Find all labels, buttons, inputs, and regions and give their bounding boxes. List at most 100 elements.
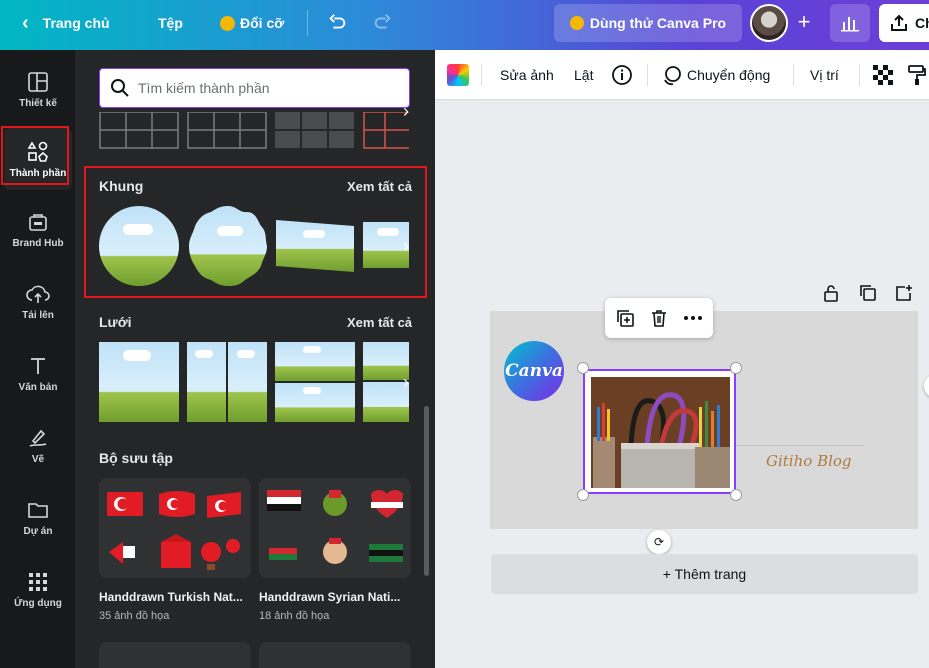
undo-icon bbox=[329, 14, 346, 29]
plus-icon: + bbox=[797, 9, 811, 34]
chevron-right-icon[interactable]: › bbox=[395, 96, 417, 126]
table-thumbnail[interactable] bbox=[275, 112, 355, 150]
chevron-right-icon[interactable]: › bbox=[395, 362, 417, 402]
file-menu[interactable]: Tệp bbox=[158, 0, 183, 46]
collections-title: Bộ sưu tập bbox=[99, 450, 173, 466]
highlight-box-frames bbox=[84, 166, 427, 298]
resize-button[interactable]: Đổi cỡ bbox=[220, 0, 284, 46]
context-toolbar: Sửa ảnh Lật Chuyển động Vị trí bbox=[435, 50, 929, 100]
animate-icon bbox=[664, 66, 681, 86]
collection-card-partial[interactable] bbox=[99, 642, 251, 668]
folder-icon bbox=[26, 498, 50, 522]
try-pro-button[interactable]: Dùng thử Canva Pro bbox=[554, 4, 742, 42]
crown-icon bbox=[569, 16, 584, 30]
back-button[interactable]: ‹ Trang chủ bbox=[22, 0, 110, 46]
logo-text: Canva bbox=[505, 361, 563, 381]
rail-item-projects[interactable]: Dự án bbox=[4, 486, 72, 548]
flip-button[interactable]: Lật bbox=[574, 50, 593, 100]
layout-icon bbox=[26, 70, 50, 94]
collection-name: Handdrawn Turkish Nat... bbox=[99, 590, 243, 604]
share-upload-icon bbox=[891, 14, 907, 31]
toolbar-divider bbox=[859, 64, 860, 86]
rail-item-uploads[interactable]: Tải lên bbox=[4, 270, 72, 332]
more-dots-icon bbox=[684, 316, 702, 320]
canva-logo[interactable]: Canva bbox=[504, 341, 564, 401]
rail-item-label: Vẽ bbox=[31, 453, 45, 465]
toolbar-divider bbox=[481, 64, 482, 86]
trash-icon bbox=[652, 310, 666, 327]
apps-grid-icon bbox=[26, 570, 50, 594]
duplicate-page-button[interactable] bbox=[858, 283, 878, 303]
grids-see-all-link[interactable]: Xem tất cả bbox=[347, 315, 412, 330]
add-page-button[interactable]: + Thêm trang bbox=[491, 554, 918, 594]
search-placeholder: Tìm kiếm thành phần bbox=[138, 80, 270, 96]
highlight-box-elements bbox=[1, 126, 69, 185]
selected-photo-frame[interactable] bbox=[583, 369, 736, 494]
info-button[interactable] bbox=[611, 50, 633, 100]
edit-photo-button[interactable]: Sửa ảnh bbox=[500, 50, 554, 100]
position-button[interactable]: Vị trí bbox=[810, 50, 839, 100]
share-button[interactable]: Ch bbox=[879, 4, 929, 42]
duplicate-plus-icon bbox=[617, 310, 634, 327]
rail-item-draw[interactable]: Vẽ bbox=[4, 414, 72, 476]
more-options-button[interactable] bbox=[681, 306, 705, 330]
lock-page-button[interactable] bbox=[821, 283, 841, 303]
grid-two-columns[interactable] bbox=[187, 342, 267, 422]
collection-count: 35 ảnh đồ họa bbox=[99, 610, 170, 622]
search-input[interactable]: Tìm kiếm thành phần bbox=[99, 68, 410, 108]
animate-button[interactable]: Chuyển động bbox=[661, 50, 770, 100]
collection-card-syrian[interactable] bbox=[259, 478, 411, 578]
unlock-icon bbox=[824, 285, 838, 302]
rail-item-apps[interactable]: Ứng dụng bbox=[4, 558, 72, 620]
collection-count: 18 ảnh đồ họa bbox=[259, 610, 330, 622]
add-page-icon-button[interactable] bbox=[894, 283, 914, 303]
rail-item-label: Brand Hub bbox=[12, 237, 64, 249]
panel-scrollbar[interactable] bbox=[424, 406, 429, 576]
color-picker-button[interactable] bbox=[447, 50, 469, 100]
try-pro-label: Dùng thử Canva Pro bbox=[589, 15, 727, 31]
animate-label: Chuyển động bbox=[687, 67, 771, 83]
insights-button[interactable] bbox=[830, 4, 870, 42]
avatar[interactable] bbox=[750, 4, 788, 42]
rail-item-label: Thiết kế bbox=[19, 97, 57, 109]
undo-button[interactable] bbox=[326, 0, 348, 46]
text-icon bbox=[26, 354, 50, 378]
table-thumbnail[interactable] bbox=[187, 112, 267, 150]
chevron-left-icon: ‹ bbox=[22, 11, 29, 34]
resize-handle-bottom-left[interactable] bbox=[577, 489, 589, 501]
resize-handle-bottom-right[interactable] bbox=[730, 489, 742, 501]
paint-roller-icon bbox=[908, 65, 926, 85]
grid-two-rows[interactable] bbox=[275, 342, 355, 422]
add-member-button[interactable]: + bbox=[790, 8, 818, 36]
divider-line bbox=[736, 445, 864, 446]
home-label: Trang chủ bbox=[42, 15, 110, 31]
rotate-handle[interactable]: ⟳ bbox=[647, 530, 671, 554]
resize-handle-top-right[interactable] bbox=[730, 362, 742, 374]
rail-item-design[interactable]: Thiết kế bbox=[4, 58, 72, 120]
collection-card-turkish[interactable] bbox=[99, 478, 251, 578]
transparency-button[interactable] bbox=[873, 50, 893, 100]
resize-handle-top-left[interactable] bbox=[577, 362, 589, 374]
brand-icon bbox=[26, 210, 50, 234]
signature-text[interactable]: Gitiho Blog bbox=[766, 452, 852, 470]
header-divider bbox=[307, 10, 308, 36]
collection-card-partial[interactable] bbox=[259, 642, 411, 668]
info-icon bbox=[612, 65, 632, 85]
grids-title: Lưới bbox=[99, 314, 132, 330]
rail-item-label: Tải lên bbox=[22, 309, 54, 321]
duplicate-element-button[interactable] bbox=[613, 306, 637, 330]
toolbar-divider bbox=[647, 64, 648, 86]
grid-single[interactable] bbox=[99, 342, 179, 422]
resize-label: Đổi cỡ bbox=[240, 15, 285, 31]
canva-editor: ‹ Trang chủ Tệp Đổi cỡ Dùng thử Canva Pr… bbox=[0, 0, 929, 668]
crown-icon bbox=[220, 15, 235, 31]
photo-pencil-cups bbox=[591, 377, 730, 488]
share-label: Ch bbox=[915, 15, 929, 31]
rail-item-text[interactable]: Văn bản bbox=[4, 342, 72, 404]
copy-style-button[interactable] bbox=[907, 50, 927, 100]
table-thumbnail[interactable] bbox=[99, 112, 179, 150]
rail-item-label: Ứng dụng bbox=[14, 597, 62, 609]
delete-element-button[interactable] bbox=[647, 306, 671, 330]
redo-button[interactable] bbox=[372, 0, 394, 46]
rail-item-brand-hub[interactable]: Brand Hub bbox=[4, 198, 72, 260]
